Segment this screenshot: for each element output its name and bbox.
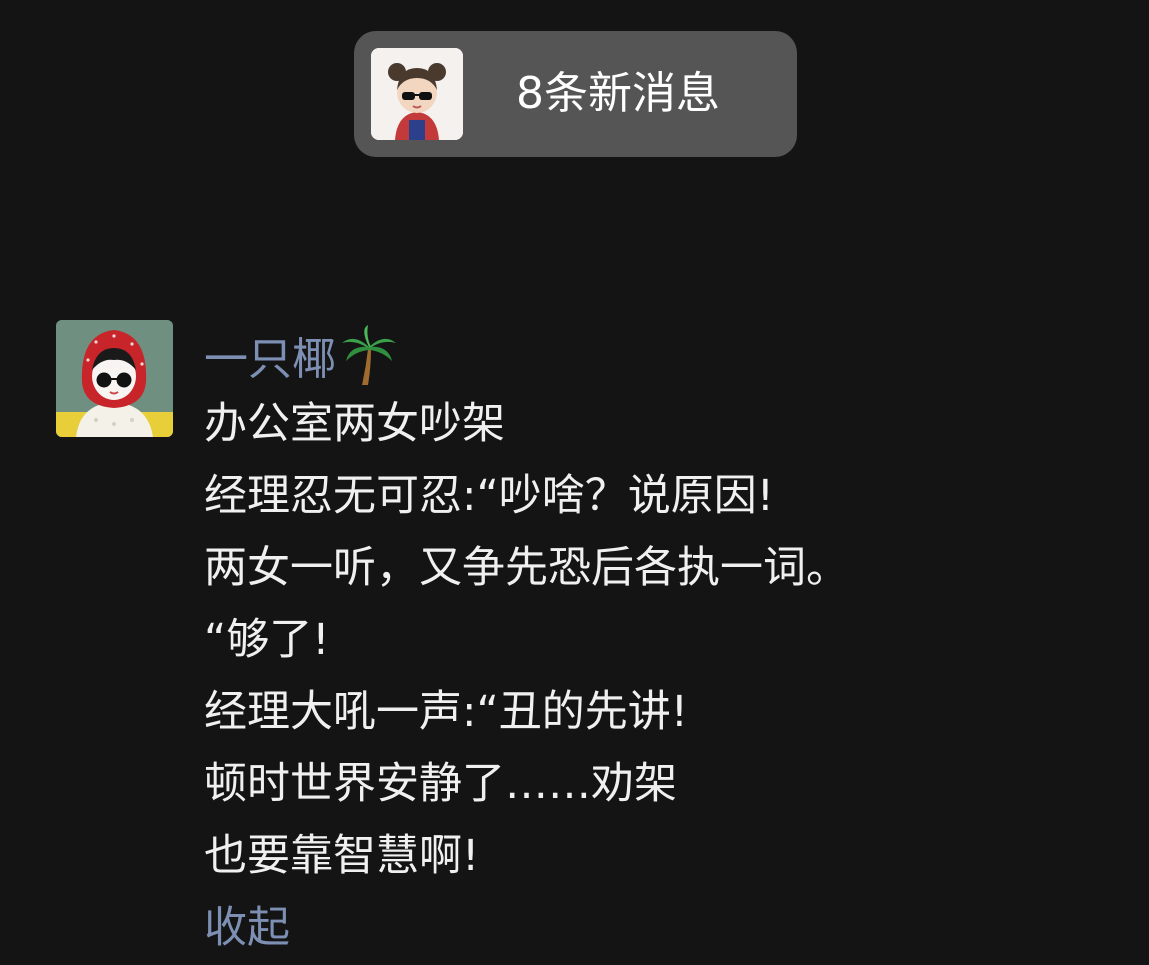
palm-tree-icon (338, 323, 398, 387)
author-name[interactable]: 一只椰 (204, 323, 336, 387)
chat-feed: 8条新消息 一只椰 办公室两女吵架 经理忍无可忍:“吵啥？说原因! 两女一听，又… (0, 0, 1149, 965)
message-line: 经理忍无可忍:“吵啥？说原因! (204, 471, 775, 521)
new-messages-count-label: 8条新消息 (516, 68, 720, 119)
message-line: 也要靠智慧啊! (204, 831, 480, 881)
message-line: 经理大吼一声:“丑的先讲! (204, 687, 689, 737)
message-line: “够了! (204, 615, 330, 665)
cartoon-girl-avatar-icon (371, 48, 463, 140)
author-row[interactable]: 一只椰 (204, 322, 1104, 388)
new-messages-notification[interactable]: 8条新消息 (354, 31, 797, 157)
collapse-button[interactable]: 收起 (204, 892, 290, 964)
message-line: 两女一听，又争先恐后各执一词。 (204, 543, 849, 593)
author-avatar[interactable] (56, 320, 173, 437)
notification-sender-avatar (371, 48, 463, 140)
message-line: 顿时世界安静了……劝架 (204, 759, 677, 809)
message-post: 一只椰 办公室两女吵架 经理忍无可忍:“吵啥？说原因! 两女一听，又争先恐后各执… (204, 322, 1104, 964)
message-line: 办公室两女吵架 (204, 399, 505, 449)
message-body: 办公室两女吵架 经理忍无可忍:“吵啥？说原因! 两女一听，又争先恐后各执一词。 … (204, 388, 1104, 892)
red-hood-girl-avatar-icon (56, 320, 173, 437)
